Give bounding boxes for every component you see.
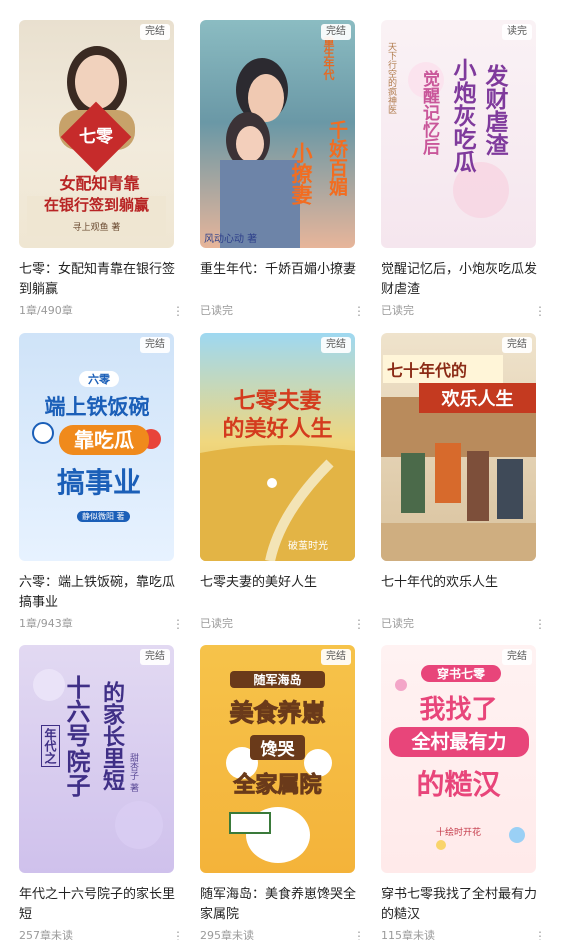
- book-cover[interactable]: 穿书七零 我找了 全村最有力 的糙汉 十绘时开花 完结: [381, 645, 536, 873]
- status-badge: 完结: [502, 337, 532, 353]
- more-vertical-icon[interactable]: ⋮: [533, 303, 547, 319]
- book-progress: 115章未读: [381, 929, 435, 940]
- cover-title-line: 女配知青靠: [59, 174, 140, 193]
- book-title[interactable]: 穿书七零我找了全村最有力的糙汉: [381, 885, 541, 925]
- book-cover[interactable]: 六零 端上铁饭碗 靠吃瓜 搞事业 静似微阳 著 完结: [19, 333, 174, 561]
- cover-title-line: 我找了: [419, 695, 498, 725]
- book-grid: 七零 女配知青靠 在银行签到躺赢 寻上观鱼 著 完结 七零：女配知青靠在银行签到…: [0, 0, 563, 940]
- book-cover[interactable]: 七零 女配知青靠 在银行签到躺赢 寻上观鱼 著 完结: [19, 20, 174, 248]
- cover-title-line: 的家长里短: [99, 681, 124, 791]
- cover-title-line: 年代之: [41, 725, 60, 767]
- book-title[interactable]: 七零夫妻的美好人生: [200, 573, 360, 593]
- cover-title-line: 发财虐渣: [481, 64, 507, 156]
- cover-author: 天下行空的疯神医: [386, 42, 396, 114]
- more-vertical-icon[interactable]: ⋮: [171, 303, 185, 319]
- cover-author: 破茧时光: [288, 541, 328, 552]
- book-title[interactable]: 六零：端上铁饭碗，靠吃瓜搞事业: [19, 573, 179, 613]
- book-progress: 已读完: [381, 304, 414, 317]
- cover-author: 寻上观鱼 著: [72, 223, 121, 233]
- cover-author: 十绘时开花: [435, 828, 481, 838]
- book-cover[interactable]: 重生年代 千娇百媚 小撩妻 风动心动 著 完结: [200, 20, 355, 248]
- status-badge: 完结: [140, 24, 170, 40]
- more-vertical-icon[interactable]: ⋮: [171, 616, 185, 632]
- cover-title-line: 千娇百媚: [326, 120, 348, 196]
- cover-title-line: 靠吃瓜: [59, 425, 149, 455]
- book-title[interactable]: 重生年代：千娇百媚小撩妻: [200, 260, 360, 280]
- status-badge: 完结: [502, 649, 532, 665]
- cover-title-line: 小炮灰吃瓜: [449, 58, 475, 173]
- status-badge: 完结: [321, 24, 351, 40]
- cover-author: 风动心动 著: [204, 234, 258, 245]
- book-progress: 已读完: [200, 617, 233, 630]
- status-badge: 完结: [321, 649, 351, 665]
- status-badge: 完结: [321, 337, 351, 353]
- more-vertical-icon[interactable]: ⋮: [352, 616, 366, 632]
- cover-tag: 穿书七零: [421, 665, 501, 682]
- cover-author: 甜杏子 著: [128, 753, 138, 792]
- more-vertical-icon[interactable]: ⋮: [171, 928, 185, 940]
- cover-title-line: 欢乐人生: [419, 383, 536, 413]
- cover-title-line: 院子: [62, 749, 90, 797]
- cover-title-line: 的糙汉: [416, 768, 501, 801]
- more-vertical-icon[interactable]: ⋮: [533, 928, 547, 940]
- status-badge: 读完: [502, 24, 532, 40]
- cover-title-line: 重生年代: [322, 36, 335, 80]
- book-cover[interactable]: 随军海岛 美食养崽 馋哭 全家属院 完结: [200, 645, 355, 873]
- cover-title-line: 美食养崽: [229, 699, 326, 728]
- cover-title-line: 小撩妻: [289, 142, 313, 205]
- book-title[interactable]: 七零：女配知青靠在银行签到躺赢: [19, 260, 179, 300]
- book-progress: 295章未读: [200, 929, 254, 940]
- cover-title-line: 七十年代的: [383, 355, 503, 383]
- cover-tag: 随军海岛: [230, 671, 325, 688]
- more-vertical-icon[interactable]: ⋮: [352, 928, 366, 940]
- book-progress: 257章未读: [19, 929, 73, 940]
- cover-illustration: [200, 444, 355, 561]
- book-title[interactable]: 随军海岛：美食养崽馋哭全家属院: [200, 885, 360, 925]
- cover-title-line: 全村最有力: [389, 727, 529, 757]
- more-vertical-icon[interactable]: ⋮: [533, 616, 547, 632]
- cover-title-line: 端上铁饭碗: [44, 395, 150, 419]
- book-cover[interactable]: 七十年代的 欢乐人生 完结: [381, 333, 536, 561]
- cover-tag: 六零: [79, 371, 119, 387]
- book-cover[interactable]: 天下行空的疯神医 觉醒记忆后 小炮灰吃瓜 发财虐渣 读完: [381, 20, 536, 248]
- book-progress: 已读完: [200, 304, 233, 317]
- book-title[interactable]: 七十年代的欢乐人生: [381, 573, 541, 593]
- cover-title-line: 全家属院: [233, 773, 322, 799]
- cover-title-line: 馋哭: [250, 735, 305, 760]
- book-title[interactable]: 觉醒记忆后，小炮灰吃瓜发财虐渣: [381, 260, 541, 300]
- cover-author: 静似微阳 著: [77, 511, 130, 522]
- more-vertical-icon[interactable]: ⋮: [352, 303, 366, 319]
- status-badge: 完结: [140, 649, 170, 665]
- book-title[interactable]: 年代之十六号院子的家长里短: [19, 885, 179, 925]
- book-progress: 1章/943章: [19, 617, 73, 630]
- cover-title-line: 在银行签到躺赢: [43, 196, 149, 214]
- book-progress: 已读完: [381, 617, 414, 630]
- book-cover[interactable]: 七零夫妻 的美好人生 破茧时光 完结: [200, 333, 355, 561]
- cover-title-line: 搞事业: [56, 466, 141, 499]
- status-badge: 完结: [140, 337, 170, 353]
- book-cover[interactable]: 年代之 十六号 院子 的家长里短 甜杏子 著 完结: [19, 645, 174, 873]
- cover-title-line: 觉醒记忆后: [419, 70, 439, 155]
- cover-title-line: 的美好人生: [222, 417, 333, 442]
- book-progress: 1章/490章: [19, 304, 73, 317]
- cover-title-line: 十六号: [62, 675, 90, 747]
